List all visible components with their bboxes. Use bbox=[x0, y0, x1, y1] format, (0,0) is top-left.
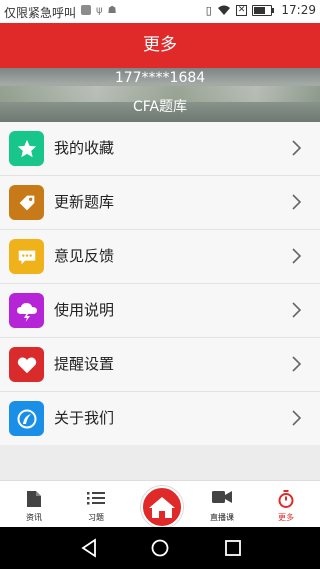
tab-label: 资讯 bbox=[26, 513, 42, 522]
content-spacer bbox=[0, 445, 320, 480]
no-sim-icon: ✕ bbox=[235, 4, 248, 16]
star-icon bbox=[9, 131, 44, 166]
chevron-right-icon bbox=[292, 302, 302, 318]
menu-label: 意见反馈 bbox=[54, 247, 115, 265]
tab-label: 习题 bbox=[88, 513, 104, 522]
chevron-right-icon bbox=[292, 356, 302, 372]
system-nav-bar bbox=[0, 527, 320, 569]
carrier-text: 仅限紧急呼叫 bbox=[4, 6, 77, 20]
app-notification-icon bbox=[81, 5, 91, 15]
tab-label: 直播课 bbox=[210, 513, 234, 522]
back-icon[interactable] bbox=[79, 538, 99, 558]
battery-icon bbox=[252, 4, 275, 16]
settings-menu: 我的收藏 更新题库 意见反馈 使用说明 提醒设置 关于我们 bbox=[0, 122, 320, 446]
wifi-icon bbox=[217, 5, 230, 15]
document-icon bbox=[27, 491, 41, 507]
menu-item-instructions[interactable]: 使用说明 bbox=[0, 284, 320, 338]
status-bar: 仅限紧急呼叫 ψ ☗ ▯ ✕ 17:29 bbox=[0, 0, 320, 23]
clock: 17:29 bbox=[281, 3, 316, 17]
notification-icons: ψ ☗ bbox=[81, 5, 117, 16]
menu-label: 关于我们 bbox=[54, 409, 115, 427]
chevron-right-icon bbox=[292, 248, 302, 264]
menu-item-about-us[interactable]: 关于我们 bbox=[0, 392, 320, 446]
video-camera-icon bbox=[212, 491, 232, 503]
tab-more[interactable]: 更多 bbox=[254, 481, 318, 528]
tab-news[interactable]: 资讯 bbox=[2, 481, 66, 528]
tab-live-class[interactable]: 直播课 bbox=[190, 481, 254, 528]
usb-icon: ψ bbox=[96, 5, 103, 16]
list-icon bbox=[87, 492, 105, 505]
tag-icon bbox=[9, 185, 44, 220]
menu-label: 提醒设置 bbox=[54, 355, 115, 373]
compass-icon bbox=[9, 401, 44, 436]
chevron-right-icon bbox=[292, 140, 302, 156]
heart-icon bbox=[9, 347, 44, 382]
tab-exercises[interactable]: 习题 bbox=[64, 481, 128, 528]
menu-label: 使用说明 bbox=[54, 301, 115, 319]
menu-item-update-bank[interactable]: 更新题库 bbox=[0, 176, 320, 230]
home-button[interactable] bbox=[141, 486, 183, 528]
chevron-right-icon bbox=[292, 410, 302, 426]
profile-banner: 177****1684 CFA题库 bbox=[0, 68, 320, 122]
stopwatch-icon bbox=[278, 490, 294, 508]
android-icon: ☗ bbox=[107, 5, 117, 16]
tab-label: 更多 bbox=[278, 513, 294, 522]
menu-item-reminder-settings[interactable]: 提醒设置 bbox=[0, 338, 320, 392]
home-circle-icon[interactable] bbox=[150, 538, 170, 558]
menu-item-favorites[interactable]: 我的收藏 bbox=[0, 122, 320, 176]
page-title: 更多 bbox=[143, 35, 177, 55]
menu-label: 我的收藏 bbox=[54, 139, 115, 157]
home-icon bbox=[149, 497, 175, 518]
cloud-lightning-icon bbox=[9, 293, 44, 328]
menu-item-feedback[interactable]: 意见反馈 bbox=[0, 230, 320, 284]
menu-label: 更新题库 bbox=[54, 193, 115, 211]
chevron-right-icon bbox=[292, 194, 302, 210]
vibrate-icon: ▯ bbox=[205, 3, 212, 17]
recents-icon[interactable] bbox=[223, 538, 243, 558]
user-phone: 177****1684 bbox=[114, 70, 206, 86]
title-bar: 更多 bbox=[0, 23, 320, 68]
chat-bubble-icon bbox=[9, 239, 44, 274]
course-name: CFA题库 bbox=[132, 99, 188, 115]
